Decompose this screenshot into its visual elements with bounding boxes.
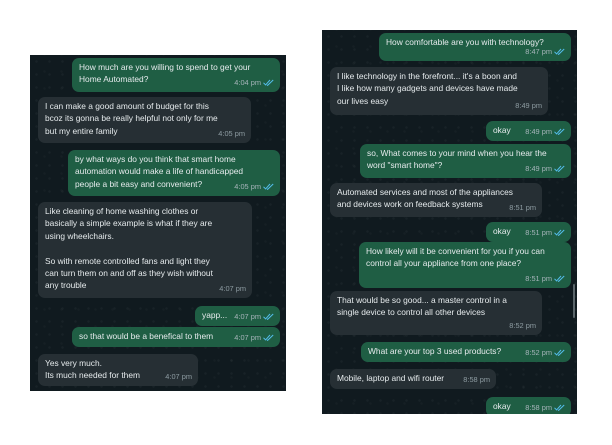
message-bubble-incoming[interactable]: Yes very much. Its much needed for them … xyxy=(38,354,198,386)
double-check-icon xyxy=(263,313,274,321)
message-meta: 8:52 pm xyxy=(509,320,536,332)
message-bubble-outgoing[interactable]: okay 8:58 pm xyxy=(486,397,571,414)
message-meta: 8:52 pm xyxy=(525,347,565,359)
message-time: 4:05 pm xyxy=(218,128,245,138)
message-time: 8:51 pm xyxy=(525,273,552,283)
message-time: 4:05 pm xyxy=(234,181,261,191)
message-meta: 8:51 pm xyxy=(525,227,565,239)
scrollbar-thumb[interactable] xyxy=(573,284,575,318)
double-check-icon xyxy=(263,183,274,191)
message-bubble-outgoing[interactable]: so, What comes to your mind when you hea… xyxy=(360,144,571,178)
message-text: That would be so good... a master contro… xyxy=(337,295,507,318)
message-meta: 4:04 pm xyxy=(234,77,274,89)
message-meta: 8:58 pm xyxy=(525,402,565,414)
double-check-icon xyxy=(554,229,565,237)
message-text: I can make a good amount of budget for t… xyxy=(45,101,218,136)
message-meta: 8:49 pm xyxy=(525,126,565,138)
message-bubble-incoming[interactable]: I can make a good amount of budget for t… xyxy=(38,97,251,143)
message-meta: 8:49 pm xyxy=(515,100,542,112)
message-text: I like technology in the forefront... it… xyxy=(337,71,518,106)
double-check-icon xyxy=(554,404,565,412)
message-meta: 4:05 pm xyxy=(218,128,245,140)
message-meta: 4:07 pm xyxy=(219,283,246,295)
message-time: 8:51 pm xyxy=(525,227,552,237)
message-time: 8:58 pm xyxy=(525,402,552,412)
message-time: 8:51 pm xyxy=(509,202,536,212)
message-meta: 8:47 pm xyxy=(525,46,565,58)
message-time: 4:04 pm xyxy=(234,77,261,87)
message-meta: 8:58 pm xyxy=(463,374,490,386)
message-time: 8:52 pm xyxy=(525,347,552,357)
message-time: 8:47 pm xyxy=(525,46,552,56)
message-bubble-incoming[interactable]: That would be so good... a master contro… xyxy=(330,291,542,335)
message-bubble-outgoing[interactable]: How much are you willing to spend to get… xyxy=(72,58,280,92)
double-check-icon xyxy=(554,48,565,56)
message-bubble-incoming[interactable]: Mobile, laptop and wifi router 8:58 pm xyxy=(330,369,496,389)
message-time: 4:07 pm xyxy=(219,283,246,293)
message-time: 8:49 pm xyxy=(515,100,542,110)
message-bubble-outgoing[interactable]: yapp... 4:07 pm xyxy=(195,306,280,326)
message-meta: 8:49 pm xyxy=(525,163,565,175)
message-meta: 4:07 pm xyxy=(234,311,274,323)
message-meta: 8:51 pm xyxy=(509,202,536,214)
message-text: How likely will it be convenient for you… xyxy=(366,246,545,269)
chat-panel-right: How comfortable are you with technology?… xyxy=(322,30,577,414)
message-bubble-outgoing[interactable]: okay 8:51 pm xyxy=(486,222,571,242)
double-check-icon xyxy=(554,349,565,357)
double-check-icon xyxy=(554,128,565,136)
message-bubble-incoming[interactable]: Automated services and most of the appli… xyxy=(330,183,542,217)
message-time: 4:07 pm xyxy=(165,371,192,381)
message-time: 4:07 pm xyxy=(234,311,261,321)
message-meta: 8:51 pm xyxy=(525,273,565,285)
message-time: 4:07 pm xyxy=(234,332,261,342)
message-bubble-incoming[interactable]: I like technology in the forefront... it… xyxy=(330,67,548,115)
message-bubble-outgoing[interactable]: How likely will it be convenient for you… xyxy=(359,242,571,288)
double-check-icon xyxy=(263,334,274,342)
message-text: Automated services and most of the appli… xyxy=(337,187,513,210)
double-check-icon xyxy=(554,275,565,283)
message-bubble-outgoing[interactable]: How comfortable are you with technology?… xyxy=(379,33,571,61)
double-check-icon xyxy=(263,79,274,87)
message-time: 8:52 pm xyxy=(509,320,536,330)
message-meta: 4:07 pm xyxy=(234,332,274,344)
double-check-icon xyxy=(554,165,565,173)
message-bubble-outgoing[interactable]: okay 8:49 pm xyxy=(486,121,571,141)
message-time: 8:58 pm xyxy=(463,374,490,384)
message-meta: 4:05 pm xyxy=(234,181,274,193)
message-text: Like cleaning of home washing clothes or… xyxy=(45,206,213,291)
message-time: 8:49 pm xyxy=(525,163,552,173)
chat-panel-left: How much are you willing to spend to get… xyxy=(30,55,286,391)
message-time: 8:49 pm xyxy=(525,126,552,136)
message-meta: 4:07 pm xyxy=(165,371,192,383)
message-bubble-outgoing[interactable]: so that would be a benefical to them 4:0… xyxy=(72,327,280,347)
message-bubble-incoming[interactable]: Like cleaning of home washing clothes or… xyxy=(38,202,252,298)
message-bubble-outgoing[interactable]: What are your top 3 used products? 8:52 … xyxy=(361,342,571,362)
message-bubble-outgoing[interactable]: by what ways do you think that smart hom… xyxy=(68,150,280,196)
